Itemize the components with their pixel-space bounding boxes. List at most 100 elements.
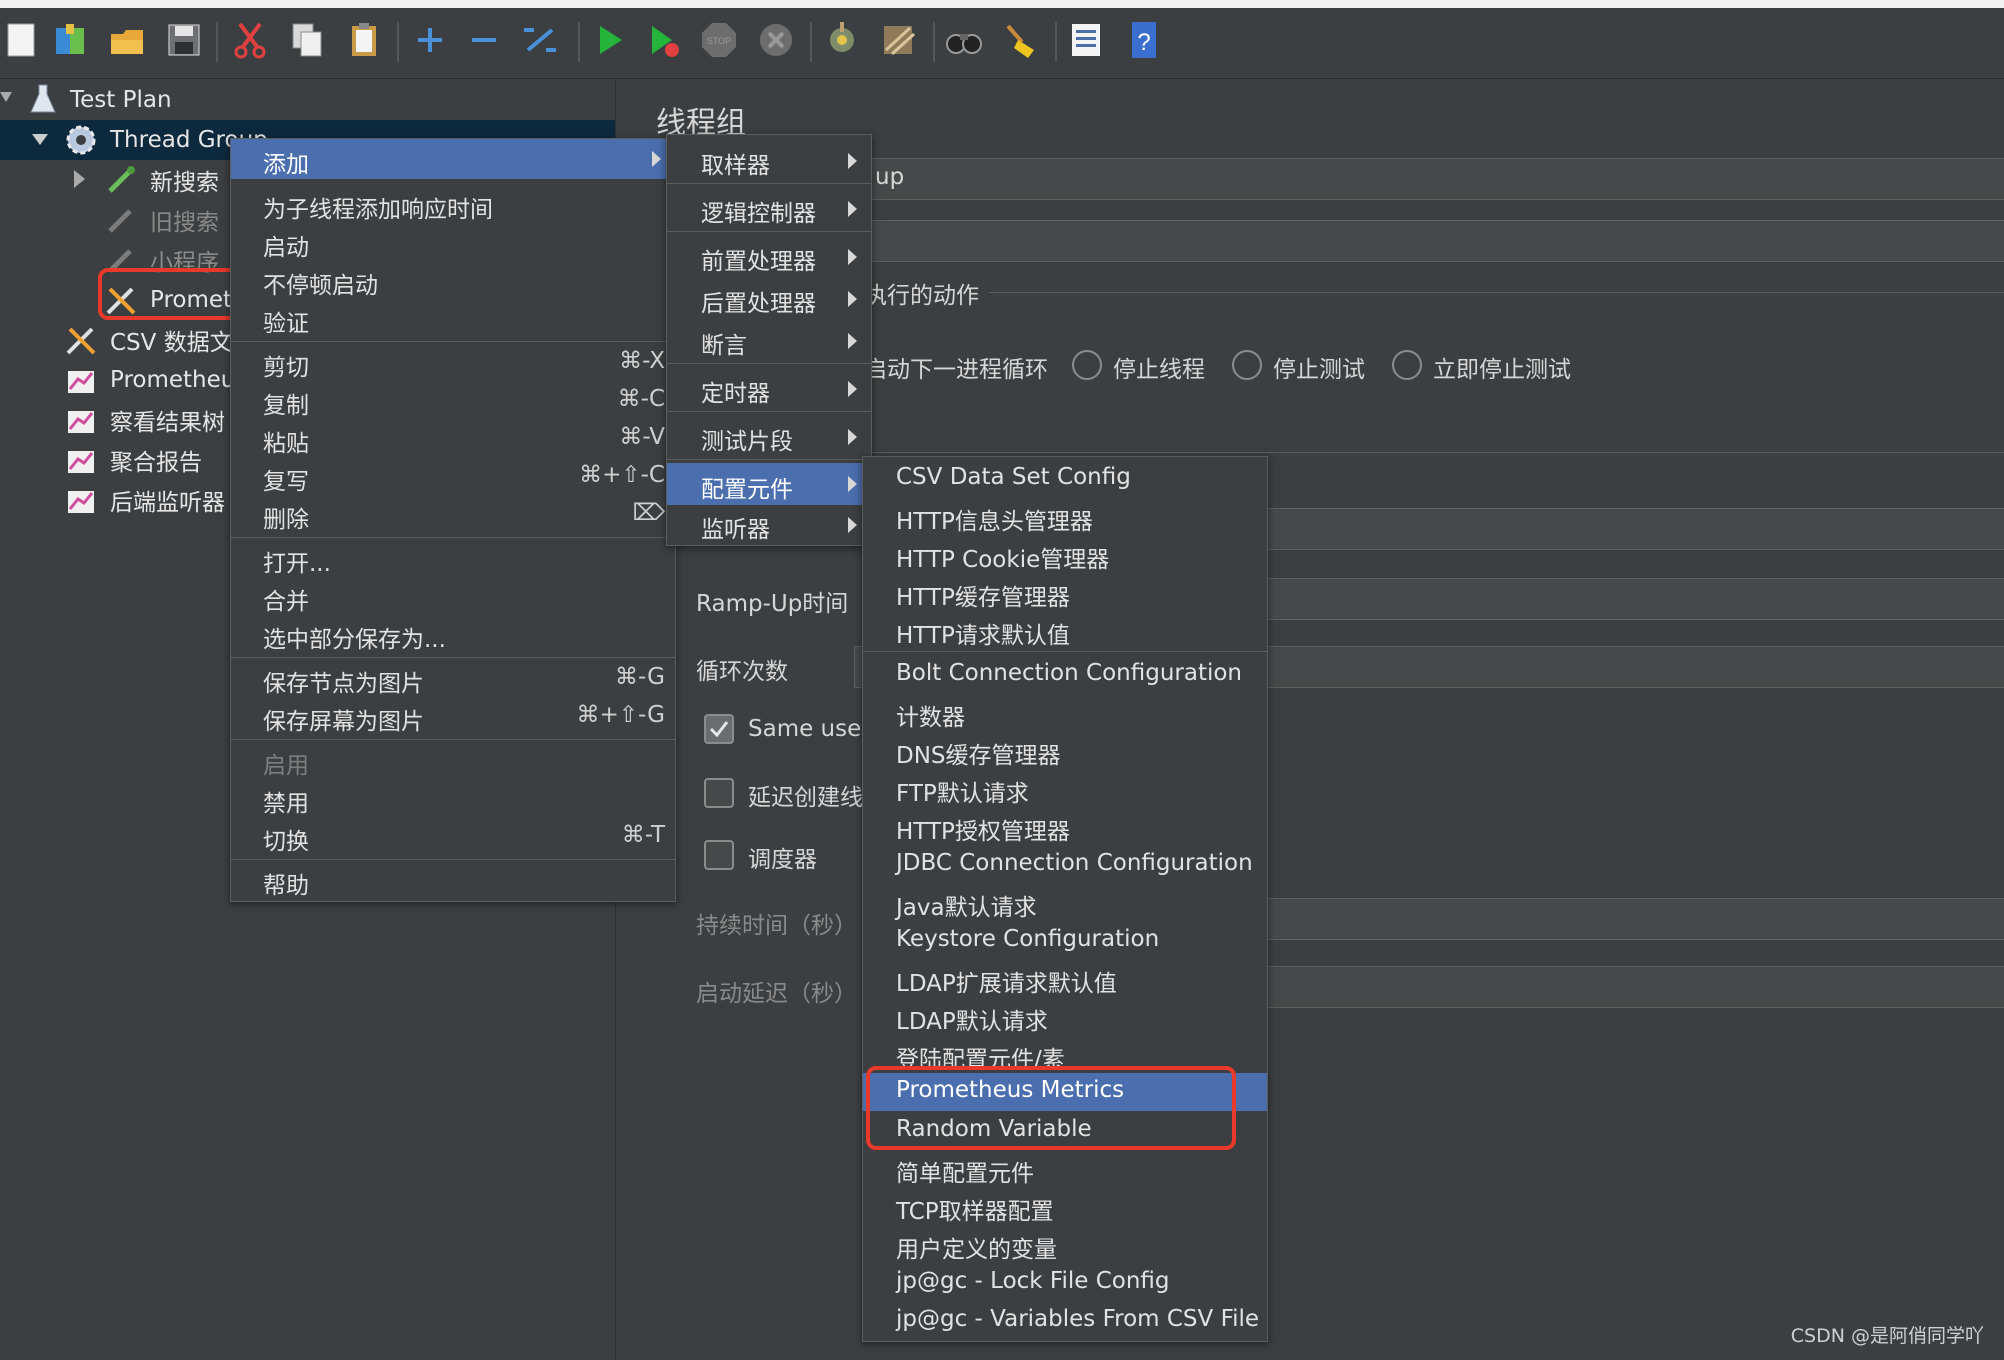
start-no-pause-icon[interactable] xyxy=(642,18,686,62)
config-item-keystore-configuration[interactable]: Keystore Configuration xyxy=(863,923,1267,959)
menu-item-paste[interactable]: 粘贴 ⌘-V xyxy=(231,421,675,457)
config-item-counter[interactable]: 计数器 xyxy=(863,695,1267,731)
menu-item-delete[interactable]: 删除 ⌦ xyxy=(231,497,675,533)
menu-item-enable: 启用 xyxy=(263,753,309,779)
shutdown-icon[interactable] xyxy=(754,18,798,62)
save-icon[interactable] xyxy=(162,18,206,62)
open-icon[interactable] xyxy=(105,18,149,62)
config-item-jdbc-connection[interactable]: JDBC Connection Configuration xyxy=(863,847,1267,883)
clear-all-icon[interactable] xyxy=(876,18,920,62)
chart-icon xyxy=(68,371,94,393)
function-helper-icon[interactable] xyxy=(1064,18,1108,62)
start-icon[interactable] xyxy=(588,18,632,62)
paste-icon[interactable] xyxy=(342,18,386,62)
tools-icon xyxy=(66,327,96,355)
submenu-item-timer[interactable]: 定时器 xyxy=(667,371,871,407)
menu-item-add[interactable]: 添加 xyxy=(231,139,675,179)
tree-item-test-plan[interactable]: Test Plan xyxy=(0,80,615,120)
config-item-user-defined-variables[interactable]: 用户定义的变量 xyxy=(863,1227,1267,1263)
menu-item-validate[interactable]: 验证 xyxy=(231,301,675,337)
config-item-simple-config[interactable]: 简单配置元件 xyxy=(863,1151,1267,1187)
submenu-item-config-element[interactable]: 配置元件 xyxy=(667,463,871,505)
gear-icon xyxy=(66,125,96,155)
menu-item-duplicate[interactable]: 复写 ⌘+⇧-C xyxy=(231,459,675,495)
config-item-tcp-sampler-config[interactable]: TCP取样器配置 xyxy=(863,1189,1267,1225)
submenu-item-test-fragment[interactable]: 测试片段 xyxy=(667,419,871,455)
menu-item-start-no-pause[interactable]: 不停顿启动 xyxy=(231,263,675,299)
config-item-ftp-request-defaults[interactable]: FTP默认请求 xyxy=(863,771,1267,807)
templates-icon[interactable] xyxy=(48,18,92,62)
same-user-checkbox[interactable] xyxy=(704,714,734,744)
error-action-label: 执行的动作 xyxy=(864,283,979,309)
submenu-item-listener[interactable]: 监听器 xyxy=(667,507,871,543)
copy-icon[interactable] xyxy=(285,18,329,62)
stop-icon[interactable]: STOP xyxy=(697,18,741,62)
config-item-java-request-defaults[interactable]: Java默认请求 xyxy=(863,885,1267,921)
menu-item-save-screen-image[interactable]: 保存屏幕为图片 ⌘+⇧-G xyxy=(231,699,675,735)
menu-separator xyxy=(231,859,675,860)
menu-item-cut[interactable]: 剪切 ⌘-X xyxy=(231,345,675,381)
delay-thread-creation-label: 延迟创建线 xyxy=(748,785,863,811)
submenu-item-assertion[interactable]: 断言 xyxy=(667,323,871,359)
watermark: CSDN @是阿俏同学吖 xyxy=(1790,1325,1984,1347)
same-user-label: Same user xyxy=(748,716,871,742)
config-item-http-request-defaults[interactable]: HTTP请求默认值 xyxy=(863,613,1267,649)
menu-item-start[interactable]: 启动 xyxy=(231,225,675,261)
delay-thread-creation-checkbox[interactable] xyxy=(704,778,734,808)
scheduler-label: 调度器 xyxy=(748,847,817,873)
clear-icon[interactable] xyxy=(820,18,864,62)
duration-field[interactable] xyxy=(1234,898,2004,940)
radio-stop-test[interactable] xyxy=(1232,350,1262,380)
submenu-item-pre-processor[interactable]: 前置处理器 xyxy=(667,239,871,275)
menu-separator xyxy=(231,739,675,740)
radio-stop-test-now-label: 立即停止测试 xyxy=(1433,357,1571,383)
menu-item-copy[interactable]: 复制 ⌘-C xyxy=(231,383,675,419)
config-item-http-authorization-manager[interactable]: HTTP授权管理器 xyxy=(863,809,1267,845)
menu-item-toggle[interactable]: 切换 ⌘-T xyxy=(231,819,675,855)
menu-item-disable[interactable]: 禁用 xyxy=(231,781,675,817)
config-item-csv-data-set[interactable]: CSV Data Set Config xyxy=(863,461,1267,497)
startup-delay-field[interactable] xyxy=(1234,966,2004,1008)
config-item-http-header-manager[interactable]: HTTP信息头管理器 xyxy=(863,499,1267,535)
tree-item-label: 后端监听器 xyxy=(110,490,225,516)
search-icon[interactable] xyxy=(942,18,986,62)
menu-item-open[interactable]: 打开... xyxy=(231,541,675,577)
toolbar-separator xyxy=(216,22,218,62)
config-item-variables-from-csv[interactable]: jp@gc - Variables From CSV File xyxy=(863,1303,1267,1339)
radio-stop-thread[interactable] xyxy=(1072,350,1102,380)
tree-item-label: Prometheu xyxy=(110,367,236,393)
svg-text:?: ? xyxy=(1137,29,1150,56)
startup-delay-label: 启动延迟（秒） xyxy=(696,981,857,1007)
menu-separator xyxy=(231,657,675,658)
collapse-icon[interactable] xyxy=(462,18,506,62)
new-icon[interactable] xyxy=(0,18,44,62)
config-item-http-cookie-manager[interactable]: HTTP Cookie管理器 xyxy=(863,537,1267,573)
help-icon[interactable]: ? xyxy=(1122,18,1166,62)
config-item-bolt-connection[interactable]: Bolt Connection Configuration xyxy=(863,657,1267,693)
config-item-ldap-extended-defaults[interactable]: LDAP扩展请求默认值 xyxy=(863,961,1267,997)
reset-search-icon[interactable] xyxy=(998,18,1042,62)
config-item-lock-file-config[interactable]: jp@gc - Lock File Config xyxy=(863,1265,1267,1301)
menu-item-help[interactable]: 帮助 xyxy=(231,863,675,899)
toolbar-separator xyxy=(578,22,580,62)
scheduler-checkbox[interactable] xyxy=(704,840,734,870)
config-item-ldap-request-defaults[interactable]: LDAP默认请求 xyxy=(863,999,1267,1035)
menu-item-merge[interactable]: 合并 xyxy=(231,579,675,615)
rampup-label: Ramp-Up时间（ xyxy=(696,591,872,617)
menu-item-save-node-image[interactable]: 保存节点为图片 ⌘-G xyxy=(231,661,675,697)
radio-stop-test-now[interactable] xyxy=(1392,350,1422,380)
threads-field[interactable] xyxy=(1234,508,2004,550)
config-element-submenu: CSV Data Set Config HTTP信息头管理器 HTTP Cook… xyxy=(862,456,1268,1342)
rampup-field[interactable] xyxy=(1234,578,2004,620)
cut-icon[interactable] xyxy=(228,18,272,62)
submenu-item-logic-controller[interactable]: 逻辑控制器 xyxy=(667,191,871,227)
expand-icon[interactable] xyxy=(408,18,452,62)
toolbar-separator xyxy=(1055,22,1057,62)
submenu-item-sampler[interactable]: 取样器 xyxy=(667,143,871,179)
submenu-item-post-processor[interactable]: 后置处理器 xyxy=(667,281,871,317)
config-item-http-cache-manager[interactable]: HTTP缓存管理器 xyxy=(863,575,1267,611)
menu-item-save-selection-as[interactable]: 选中部分保存为... xyxy=(231,617,675,653)
menu-item-add-response-time[interactable]: 为子线程添加响应时间 xyxy=(231,187,675,223)
config-item-dns-cache-manager[interactable]: DNS缓存管理器 xyxy=(863,733,1267,769)
toggle-icon[interactable] xyxy=(518,18,562,62)
